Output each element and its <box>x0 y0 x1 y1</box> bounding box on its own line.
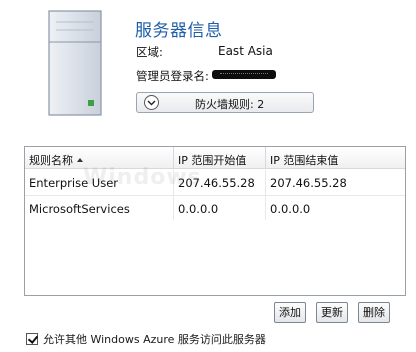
region-value: East Asia <box>218 44 273 58</box>
firewall-rules-table: 规则名称 IP 范围开始值 IP 范围结束值 Enterprise User 2… <box>24 146 406 296</box>
cell-ip-end: 207.46.55.28 <box>265 170 405 195</box>
table-row[interactable]: Enterprise User 207.46.55.28 207.46.55.2… <box>25 170 405 195</box>
cell-ip-start: 0.0.0.0 <box>173 196 265 220</box>
allow-azure-services-checkbox[interactable] <box>26 333 38 345</box>
column-header-ip-start[interactable]: IP 范围开始值 <box>173 147 265 168</box>
server-icon <box>48 10 102 116</box>
table-header: 规则名称 IP 范围开始值 IP 范围结束值 <box>25 147 405 169</box>
allow-azure-services-label: 允许其他 Windows Azure 服务访问此服务器 <box>43 333 266 346</box>
page-title: 服务器信息 <box>135 21 223 41</box>
cell-ip-end: 0.0.0.0 <box>265 196 405 220</box>
chevron-down-icon[interactable] <box>144 95 159 110</box>
cell-rule-name: MicrosoftServices <box>29 202 130 216</box>
column-header-label: 规则名称 <box>29 154 73 167</box>
update-button[interactable]: 更新 <box>316 302 348 323</box>
column-header-rule-name[interactable]: 规则名称 <box>25 147 173 168</box>
table-row[interactable]: MicrosoftServices 0.0.0.0 0.0.0.0 <box>25 195 405 220</box>
region-label: 区域: <box>136 45 163 59</box>
admin-login-redacted <box>212 70 276 79</box>
add-button[interactable]: 添加 <box>274 302 306 323</box>
sort-ascending-icon <box>77 158 83 162</box>
delete-button[interactable]: 删除 <box>358 302 390 323</box>
cell-rule-name: Enterprise User <box>29 176 119 190</box>
firewall-rules-button[interactable]: 防火墙规则: 2 <box>136 92 314 113</box>
firewall-rules-label: 防火墙规则: 2 <box>195 98 265 111</box>
column-header-ip-end[interactable]: IP 范围结束值 <box>265 147 405 168</box>
allow-azure-services[interactable]: 允许其他 Windows Azure 服务访问此服务器 <box>26 331 266 347</box>
cell-ip-start: 207.46.55.28 <box>173 170 265 195</box>
admin-login-label: 管理员登录名: <box>136 69 209 83</box>
